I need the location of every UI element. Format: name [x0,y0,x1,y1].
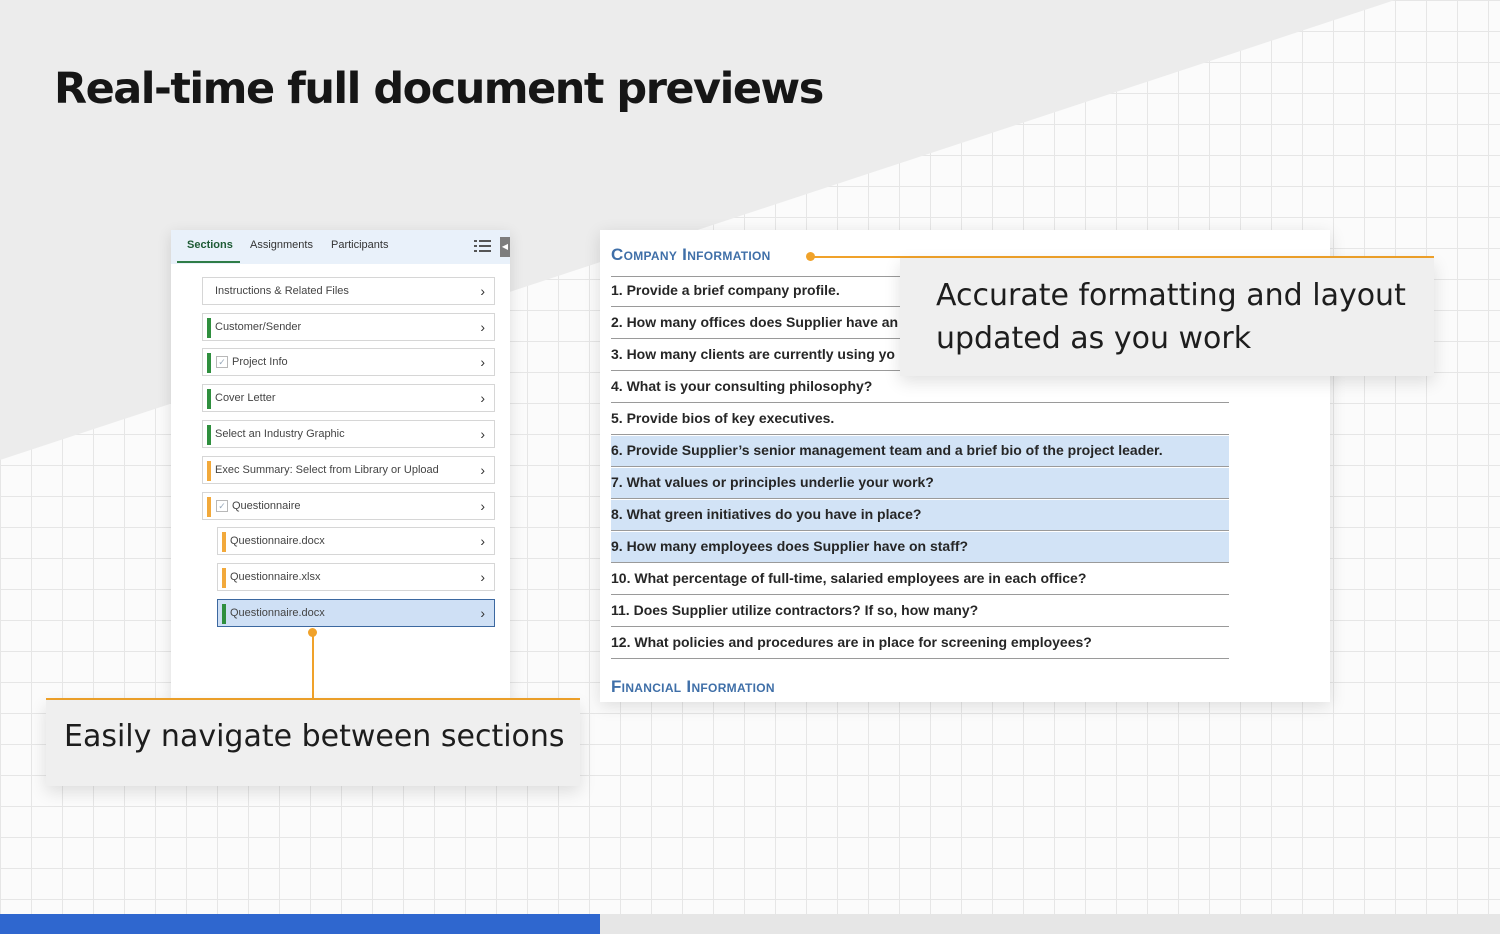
section-item-label: Customer/Sender [215,321,302,333]
chevron-right-icon: › [480,605,485,621]
chevron-right-icon: › [480,390,485,406]
status-bar [207,425,211,445]
tab-participants[interactable]: Participants [331,239,388,251]
status-bar [207,318,211,338]
section-item-label: Project Info [232,356,288,368]
question-row: 9. How many employees does Supplier have… [611,532,1229,563]
status-bar [222,604,226,624]
chevron-right-icon: › [480,498,485,514]
section-item[interactable]: Instructions & Related Files › [202,277,495,305]
question-row: 12. What policies and procedures are in … [611,628,1229,659]
chevron-right-icon: › [480,354,485,370]
callout-line-2: updated as you work [936,321,1252,356]
question-row: 4. What is your consulting philosophy? [611,372,1229,403]
question-row: 8. What green initiatives do you have in… [611,500,1229,531]
section-item[interactable]: Select an Industry Graphic › [202,420,495,448]
section-heading-financial: Financial Information [611,677,775,696]
question-row: 7. What values or principles underlie yo… [611,468,1229,499]
question-row: 10. What percentage of full-time, salari… [611,564,1229,595]
panel-tabs: Sections Assignments Participants ◀ [171,230,510,264]
status-bar [207,497,211,517]
section-item-label: Questionnaire.xlsx [230,571,321,583]
section-item[interactable]: Exec Summary: Select from Library or Upl… [202,456,495,484]
chevron-right-icon: › [480,283,485,299]
callout-text: Easily navigate between sections [64,719,565,754]
section-item[interactable]: Customer/Sender › [202,313,495,341]
status-bar [207,389,211,409]
section-item-label: Select an Industry Graphic [215,428,345,440]
section-heading-company: Company Information [611,245,771,264]
section-item[interactable]: ✓ Project Info › [202,348,495,376]
section-item[interactable]: Questionnaire.xlsx › [217,563,495,591]
navigation-callout: Easily navigate between sections [46,700,580,786]
section-item[interactable]: Questionnaire.docx › [217,527,495,555]
section-item[interactable]: Cover Letter › [202,384,495,412]
section-item[interactable]: ✓ Questionnaire › [202,492,495,520]
status-bar [222,532,226,552]
collapse-panel-icon[interactable]: ◀ [500,237,510,257]
chevron-right-icon: › [480,462,485,478]
section-item-label: Questionnaire.docx [230,535,325,547]
bottom-accent-bar [0,914,600,934]
chevron-right-icon: › [480,319,485,335]
section-item-label: Instructions & Related Files [215,285,349,297]
callout-line-1: Accurate formatting and layout [936,278,1406,313]
section-item-label: Questionnaire.docx [230,607,325,619]
formatting-callout: Accurate formatting and layout updated a… [900,258,1434,376]
status-bar [207,353,211,373]
section-item[interactable]: Questionnaire.docx › [217,599,495,627]
chevron-right-icon: › [480,426,485,442]
question-row: 11. Does Supplier utilize contractors? I… [611,596,1229,627]
bottom-gray-bar [600,914,1500,934]
status-bar [222,568,226,588]
section-item-label: Questionnaire [232,500,301,512]
checkbox-icon[interactable]: ✓ [216,356,228,368]
section-item-label: Cover Letter [215,392,276,404]
status-bar [207,461,211,481]
section-item-label: Exec Summary: Select from Library or Upl… [215,464,439,476]
question-row: 6. Provide Supplier’s senior management … [611,436,1229,467]
tab-sections[interactable]: Sections [187,239,233,251]
chevron-right-icon: › [480,533,485,549]
checkbox-icon[interactable]: ✓ [216,500,228,512]
active-tab-underline [177,261,240,263]
question-row: 5. Provide bios of key executives. [611,404,1229,435]
chevron-right-icon: › [480,569,485,585]
tab-assignments[interactable]: Assignments [250,239,313,251]
page-title: Real-time full document previews [54,64,824,114]
callout-connector-line [312,633,314,699]
sections-panel: Sections Assignments Participants ◀ Inst… [171,230,510,700]
list-view-icon[interactable] [474,238,492,254]
